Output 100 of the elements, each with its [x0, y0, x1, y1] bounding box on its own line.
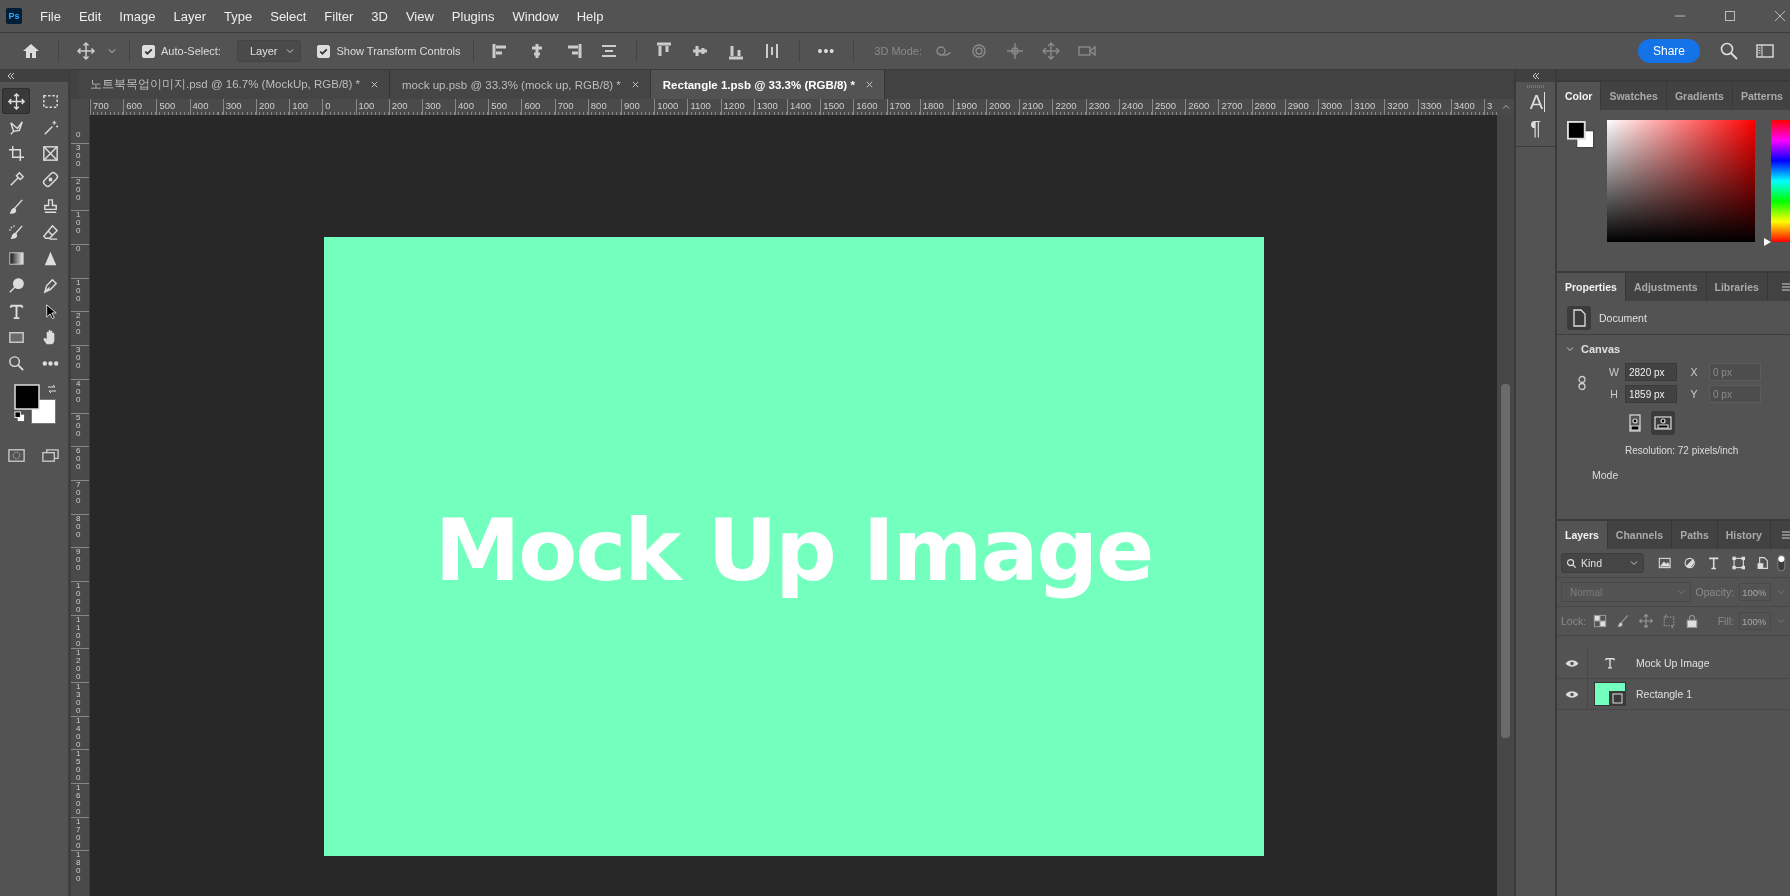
ruler-label: 1200	[76, 649, 81, 682]
menu-item[interactable]: Select	[260, 8, 315, 24]
eye-icon[interactable]	[1565, 658, 1579, 668]
share-button[interactable]: Share	[1637, 39, 1700, 63]
dodge-icon	[6, 275, 26, 295]
document-icon	[1567, 305, 1591, 330]
eye-icon[interactable]	[1565, 689, 1579, 699]
eraser-icon	[40, 223, 60, 242]
checkbox[interactable]	[142, 44, 155, 58]
menu-item[interactable]: File	[30, 8, 69, 24]
transform-box-icon[interactable]	[1730, 555, 1746, 571]
panel-tab[interactable]: Adjustments	[1625, 273, 1707, 301]
ruler-label: 0	[76, 131, 81, 139]
menu-item[interactable]: Plugins	[441, 8, 503, 24]
ruler-label: 300	[76, 144, 81, 170]
crossed-box-icon	[40, 144, 60, 164]
ruler-label: 1800	[76, 851, 81, 885]
document-label: Document	[1599, 311, 1647, 324]
ruler-label: 100	[76, 278, 81, 305]
auto-select-label: Auto-Select:	[161, 45, 221, 57]
input-field[interactable]: 2820 px	[1625, 363, 1677, 381]
section-title: Canvas	[1581, 343, 1621, 355]
filter-dropdown[interactable]: Kind	[1561, 553, 1645, 573]
menu-item[interactable]: Window	[502, 8, 567, 24]
panel-tab[interactable]: History	[1717, 521, 1771, 549]
ruler-label: 800	[76, 514, 81, 541]
ruler-label: 200	[76, 312, 81, 339]
crop-icon	[6, 144, 26, 164]
move-tool-button[interactable]	[2, 88, 30, 114]
caret-icon	[285, 46, 296, 56]
panel-tab[interactable]: Layers	[1557, 521, 1608, 549]
landscape-button[interactable]	[1651, 411, 1675, 435]
app-logo[interactable]: Ps	[6, 8, 22, 24]
ruler-label: 100	[76, 211, 81, 238]
image-icon[interactable]	[1657, 555, 1673, 571]
panel-tab[interactable]: Swatches	[1601, 82, 1667, 110]
four-way-arrow-icon[interactable]	[76, 41, 96, 61]
dropdown-value: Layer	[249, 45, 278, 57]
ruler-label: 1400	[76, 716, 81, 750]
caret-icon	[1629, 558, 1640, 568]
maximize-icon[interactable]	[1724, 10, 1736, 22]
panel-tab[interactable]: Color	[1557, 82, 1602, 110]
close-icon[interactable]	[1774, 10, 1786, 22]
default-colors-icon[interactable]	[14, 410, 25, 422]
panel-tab[interactable]: Gradients	[1666, 82, 1733, 110]
menu-item[interactable]: Layer	[163, 8, 215, 24]
brush-arc-icon	[6, 223, 26, 242]
more-button[interactable]: •••	[811, 43, 842, 59]
ruler-label: 200	[76, 177, 81, 204]
menu-item[interactable]: Type	[214, 8, 261, 24]
color-swatches[interactable]	[14, 383, 56, 424]
filter-toggle[interactable]	[1777, 554, 1786, 572]
chain-link-icon[interactable]	[1577, 375, 1587, 391]
close-icon[interactable]	[630, 80, 640, 89]
layer-row[interactable]: Mock Up Image	[1557, 648, 1790, 679]
four-way-arrow-icon[interactable]	[1638, 613, 1655, 629]
workspace-icon[interactable]	[1755, 41, 1775, 61]
hue-slider-marker[interactable]	[1764, 238, 1771, 246]
menu-item[interactable]: Filter	[314, 8, 362, 24]
menu-item[interactable]: Help	[566, 8, 612, 24]
panel-glyph-button[interactable]: ¶	[1526, 116, 1545, 140]
zoom-icon	[6, 354, 26, 374]
ruler-label: 1300	[76, 683, 81, 716]
layer-row[interactable]: Rectangle 1	[1557, 679, 1790, 710]
panel-glyph-button[interactable]: A	[1525, 92, 1546, 112]
menu-icon[interactable]	[1782, 282, 1790, 292]
ruler-label: 700	[76, 480, 81, 507]
search-icon[interactable]	[1719, 41, 1739, 61]
menu-item[interactable]: 3D	[361, 8, 396, 24]
panel-tab[interactable]: Channels	[1607, 521, 1673, 549]
checkbox[interactable]	[317, 44, 331, 58]
panel-tab[interactable]: Properties	[1557, 273, 1626, 301]
panel-tab[interactable]: Patterns	[1732, 82, 1790, 110]
ruler-label: 1600	[76, 784, 81, 817]
panel-tab[interactable]: Libraries	[1706, 273, 1768, 301]
menu-item[interactable]: Edit	[68, 8, 110, 24]
collapse-icon[interactable]	[6, 72, 16, 80]
scrollbar-thumb[interactable]	[1501, 384, 1510, 738]
menu-item[interactable]: View	[395, 8, 442, 24]
color-picker-field[interactable]	[1607, 120, 1755, 242]
ruler-label: 1700	[76, 817, 81, 851]
filter-value: Kind	[1581, 557, 1603, 569]
close-icon[interactable]	[370, 80, 379, 89]
document-tab[interactable]: Rectangle 1.psb @ 33.3% (RGB/8) *	[650, 70, 885, 99]
collapse-icon[interactable]	[1530, 72, 1541, 80]
color-swatches[interactable]	[1567, 120, 1595, 150]
ruler-label: 900	[76, 548, 81, 575]
menu-icon[interactable]	[1782, 530, 1790, 540]
home-icon[interactable]	[21, 41, 41, 61]
swap-arrows-icon[interactable]	[46, 382, 58, 395]
document-lock-icon[interactable]	[1754, 555, 1771, 571]
target-dropdown[interactable]: Layer	[236, 40, 302, 62]
close-icon[interactable]	[864, 80, 874, 89]
menu-item[interactable]: Image	[109, 8, 164, 24]
ruler-label: 400	[76, 379, 81, 406]
input-field[interactable]: 1859 px	[1625, 385, 1677, 403]
checker-icon[interactable]	[1592, 613, 1609, 629]
four-way-arrow-icon	[6, 91, 26, 111]
panel-tab[interactable]: Paths	[1672, 521, 1718, 549]
ruler-label: 1100	[76, 615, 81, 649]
